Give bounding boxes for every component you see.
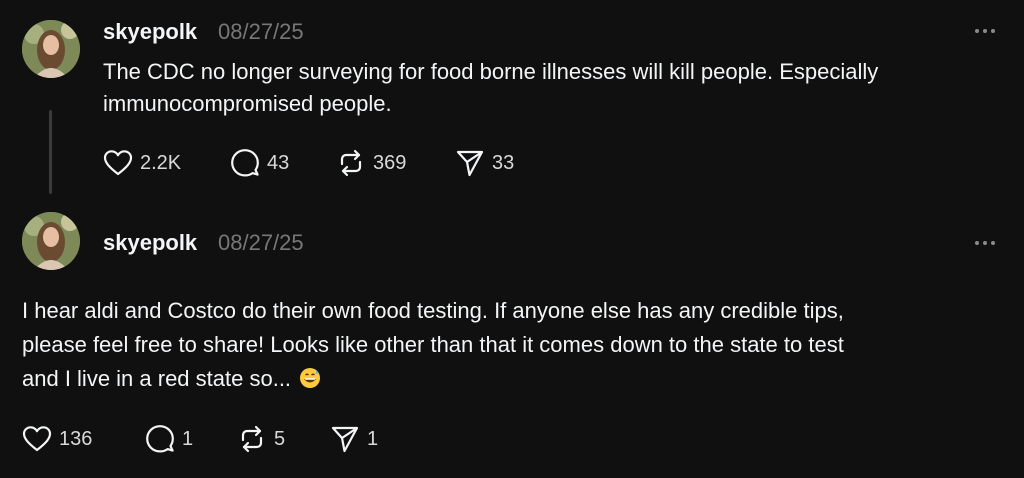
repost-count: 5	[274, 428, 286, 450]
username[interactable]: skyepolk	[103, 230, 197, 256]
comment-icon	[231, 149, 259, 177]
repost-button[interactable]: 5	[237, 424, 285, 454]
repost-icon	[340, 149, 362, 177]
thread-connector-line	[49, 110, 52, 194]
comment-icon	[146, 425, 174, 453]
post-text-line: immunocompromised people.	[103, 91, 392, 116]
post-text-line: The CDC no longer surveying for food bor…	[103, 59, 879, 84]
more-horizontal-icon[interactable]	[975, 26, 999, 36]
post-text-line: please feel free to share! Looks like ot…	[22, 332, 844, 357]
share-count: 1	[367, 428, 379, 450]
heart-icon	[22, 426, 52, 452]
like-count: 2.2K	[140, 152, 182, 174]
post-text-line: I hear aldi and Costco do their own food…	[22, 298, 844, 323]
like-button[interactable]: 136	[22, 424, 92, 454]
reply-button[interactable]: 1	[145, 424, 193, 454]
reply-count: 43	[267, 152, 290, 174]
avatar[interactable]	[22, 20, 80, 78]
reply-button[interactable]: 43	[230, 148, 289, 178]
repost-count: 369	[373, 152, 407, 174]
post-text-line-with-emoji: and I live in a red state so...	[22, 363, 321, 395]
repost-button[interactable]: 369	[336, 148, 406, 178]
like-button[interactable]: 2.2K	[103, 148, 181, 178]
thread-post: skyepolk 08/27/25 The CDC no longer surv…	[0, 0, 1024, 200]
like-count: 136	[59, 428, 93, 450]
heart-icon	[103, 150, 133, 176]
repost-icon	[241, 425, 263, 453]
share-button[interactable]: 1	[330, 424, 378, 454]
post-date[interactable]: 08/27/25	[218, 230, 304, 256]
more-horizontal-icon[interactable]	[975, 238, 999, 248]
thread-post: skyepolk 08/27/25 I hear aldi and Costco…	[0, 200, 1024, 478]
reply-count: 1	[182, 428, 194, 450]
post-date[interactable]: 08/27/25	[218, 19, 304, 45]
send-icon	[331, 426, 359, 453]
share-count: 33	[492, 152, 515, 174]
avatar[interactable]	[22, 212, 80, 270]
send-icon	[456, 150, 484, 177]
post-text-line: and I live in a red state so...	[22, 366, 292, 391]
username[interactable]: skyepolk	[103, 19, 197, 45]
grinning-sweat-emoji-icon	[300, 368, 321, 388]
share-button[interactable]: 33	[455, 148, 514, 178]
